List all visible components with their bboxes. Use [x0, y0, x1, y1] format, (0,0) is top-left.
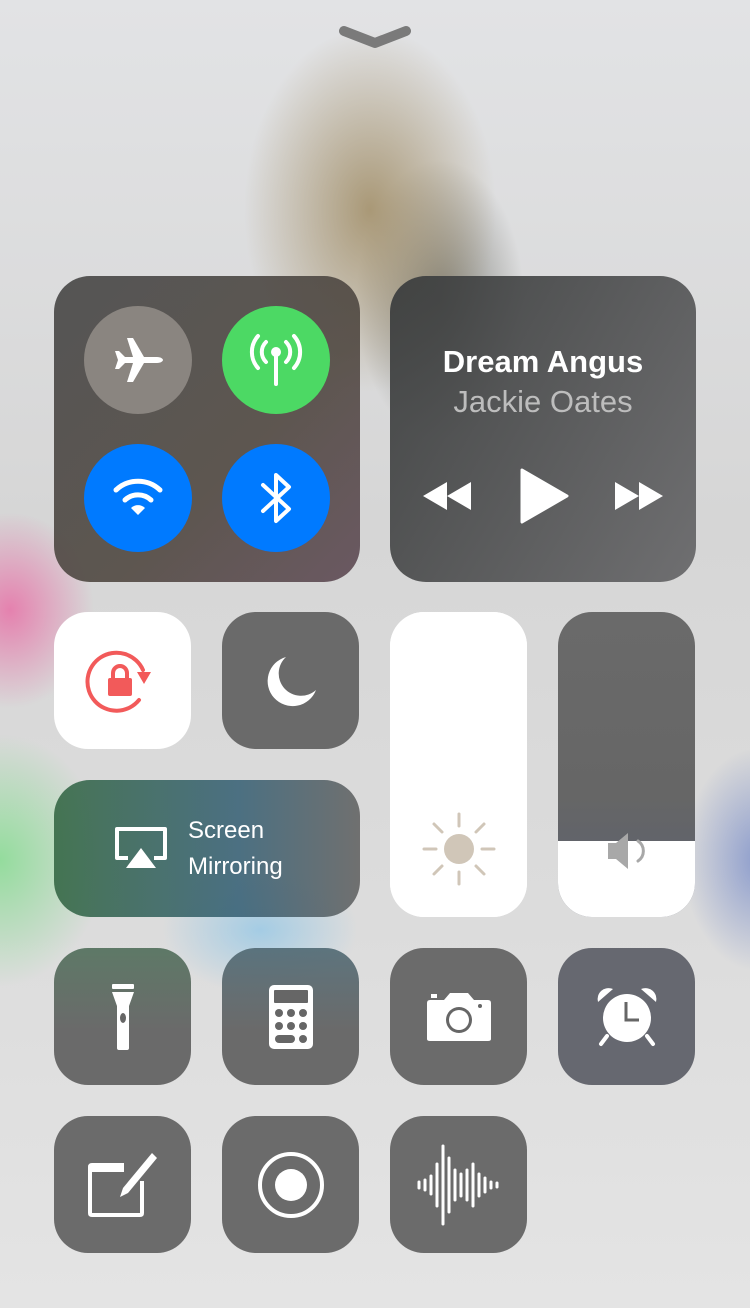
notes-button[interactable]	[54, 1116, 191, 1253]
fast-forward-button[interactable]	[612, 476, 666, 516]
screen-mirroring-label-line1: Screen	[188, 816, 265, 844]
screen-record-button[interactable]	[222, 1116, 359, 1253]
airplay-icon	[115, 826, 167, 868]
screen-mirroring-label-line2: Mirroring	[188, 852, 283, 880]
volume-slider[interactable]	[558, 612, 695, 917]
alarm-button[interactable]	[558, 948, 695, 1085]
airplane-icon	[115, 338, 163, 382]
brightness-slider[interactable]	[390, 612, 527, 917]
wifi-toggle[interactable]	[84, 444, 192, 552]
camera-icon	[426, 992, 491, 1041]
camera-button[interactable]	[390, 948, 527, 1085]
fast-forward-icon	[615, 482, 663, 510]
calculator-button[interactable]	[222, 948, 359, 1085]
voice-memos-icon	[417, 1144, 498, 1225]
flashlight-icon	[111, 983, 134, 1050]
orientation-lock-toggle[interactable]	[54, 612, 191, 749]
chevron-down-icon[interactable]	[338, 24, 412, 50]
play-button[interactable]	[516, 466, 572, 526]
now-playing-module[interactable]: Dream Angus Jackie Oates	[390, 276, 696, 582]
connectivity-module	[54, 276, 360, 582]
alarm-clock-icon	[597, 987, 656, 1046]
rotation-lock-icon	[84, 650, 151, 713]
play-icon	[520, 468, 569, 524]
bluetooth-toggle[interactable]	[222, 444, 330, 552]
song-title: Dream Angus	[442, 344, 644, 379]
antenna-icon	[249, 334, 303, 386]
speaker-icon	[608, 833, 645, 869]
rewind-button[interactable]	[420, 476, 474, 516]
rewind-icon	[423, 482, 471, 510]
do-not-disturb-toggle[interactable]	[222, 612, 359, 749]
wifi-icon	[113, 478, 163, 515]
artist-name: Jackie Oates	[453, 384, 633, 419]
calculator-icon	[268, 984, 313, 1049]
voice-memos-button[interactable]	[390, 1116, 527, 1253]
screen-mirroring-button[interactable]: Screen Mirroring	[54, 780, 360, 917]
flashlight-button[interactable]	[54, 948, 191, 1085]
airplane-mode-toggle[interactable]	[84, 306, 192, 414]
moon-icon	[267, 656, 316, 706]
cellular-data-toggle[interactable]	[222, 306, 330, 414]
bluetooth-icon	[261, 473, 291, 523]
notes-icon	[87, 1152, 157, 1217]
sun-icon	[422, 812, 496, 886]
screen-record-icon	[257, 1151, 324, 1218]
